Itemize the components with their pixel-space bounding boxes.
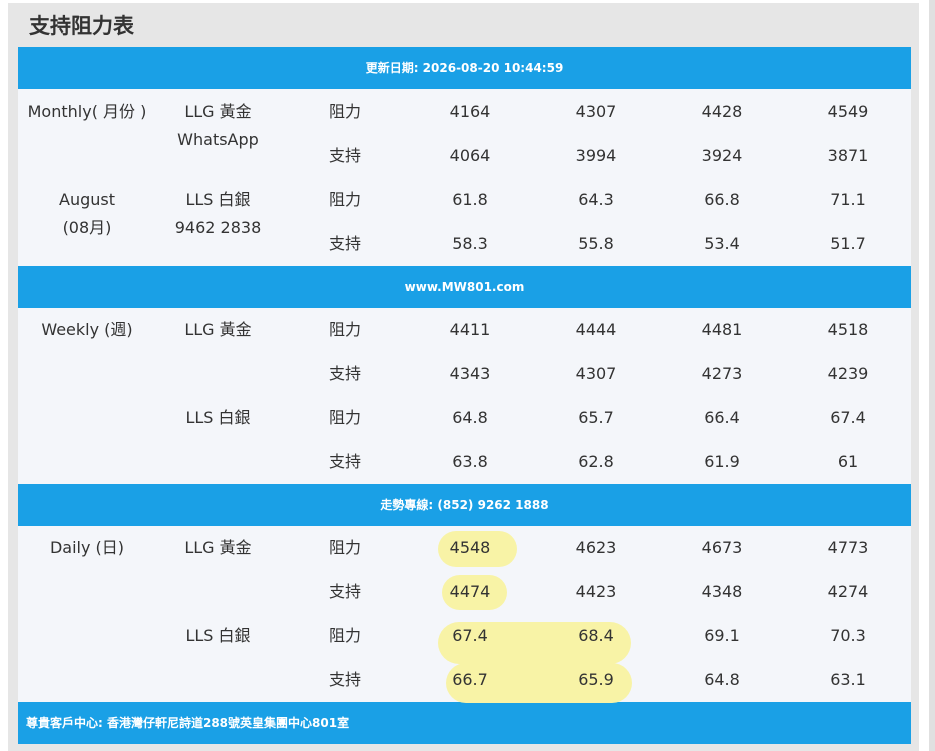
value-cell: 4773: [827, 538, 869, 557]
whatsapp-number[interactable]: 9462 2838: [156, 217, 280, 239]
value-cell: 4343: [449, 364, 491, 383]
value-cell: 4273: [701, 364, 743, 383]
value-cell: 63.1: [830, 670, 866, 689]
value-cell-highlighted: 66.7: [452, 670, 488, 689]
row-label-support: 支持: [328, 234, 361, 253]
month-label: August: [59, 190, 115, 209]
row-label-resistance: 阻力: [328, 626, 361, 645]
value-cell: 4444: [575, 320, 617, 339]
value-cell: 3994: [575, 146, 617, 165]
support-resistance-table: 更新日期: 2026-08-20 10:44:59 www.MW801.com …: [18, 47, 911, 744]
value-cell: 64.3: [578, 190, 614, 209]
row-label-resistance: 阻力: [328, 320, 361, 339]
value-cell: 69.1: [704, 626, 740, 645]
value-cell: 61.9: [704, 452, 740, 471]
value-cell: 53.4: [704, 234, 740, 253]
value-cell: 70.3: [830, 626, 866, 645]
value-cell-highlighted: 65.9: [578, 670, 614, 689]
value-cell: 4481: [701, 320, 743, 339]
value-cell: 3924: [701, 146, 743, 165]
row-label-resistance: 阻力: [328, 102, 361, 121]
value-cell-highlighted: 67.4: [452, 626, 488, 645]
row-label-support: 支持: [328, 364, 361, 383]
website-banner: www.MW801.com: [18, 266, 911, 308]
row-label-support: 支持: [328, 146, 361, 165]
period-label-monthly: Monthly( 月份 ): [27, 102, 147, 121]
address-banner: 尊貴客戶中心: 香港灣仔軒尼詩道288號英皇集團中心801室: [18, 702, 911, 744]
value-cell: 65.7: [578, 408, 614, 427]
value-cell: 4164: [449, 102, 491, 121]
row-label-support: 支持: [328, 670, 361, 689]
value-cell: 4518: [827, 320, 869, 339]
period-label-weekly: Weekly (週): [41, 320, 133, 339]
value-cell: 4064: [449, 146, 491, 165]
value-cell: 4274: [827, 582, 869, 601]
update-date-banner: 更新日期: 2026-08-20 10:44:59: [18, 47, 911, 89]
value-cell: 4428: [701, 102, 743, 121]
value-cell: 55.8: [578, 234, 614, 253]
value-cell: 4549: [827, 102, 869, 121]
month-label-cn: (08月): [62, 218, 112, 237]
value-cell: 61: [837, 452, 859, 471]
value-cell: 64.8: [704, 670, 740, 689]
value-cell: 4348: [701, 582, 743, 601]
value-cell: 4423: [575, 582, 617, 601]
instrument-gold: LLG 黃金: [184, 102, 252, 121]
instrument-silver: LLS 白銀: [185, 626, 251, 645]
value-cell: 4673: [701, 538, 743, 557]
page-title: 支持阻力表: [29, 14, 134, 38]
value-cell: 3871: [827, 146, 869, 165]
instrument-silver: LLS 白銀: [185, 190, 251, 209]
value-cell: 4307: [575, 364, 617, 383]
value-cell: 66.4: [704, 408, 740, 427]
instrument-gold: LLG 黃金: [184, 320, 252, 339]
instrument-gold: LLG 黃金: [184, 538, 252, 557]
value-cell-highlighted: 68.4: [578, 626, 614, 645]
hotline-banner: 走勢專線: (852) 9262 1888: [18, 484, 911, 526]
whatsapp-label[interactable]: WhatsApp: [156, 129, 280, 151]
instrument-silver: LLS 白銀: [185, 408, 251, 427]
value-cell-highlighted: 4548: [449, 538, 491, 557]
value-cell: 4623: [575, 538, 617, 557]
row-label-resistance: 阻力: [328, 538, 361, 557]
value-cell: 4411: [449, 320, 491, 339]
row-label-support: 支持: [328, 452, 361, 471]
value-cell: 4239: [827, 364, 869, 383]
row-label-resistance: 阻力: [328, 190, 361, 209]
value-cell: 67.4: [830, 408, 866, 427]
period-label-daily: Daily (日): [49, 538, 125, 557]
scrollbar-track[interactable]: [929, 0, 935, 751]
row-label-support: 支持: [328, 582, 361, 601]
value-cell: 58.3: [452, 234, 488, 253]
value-cell: 63.8: [452, 452, 488, 471]
value-cell: 61.8: [452, 190, 488, 209]
value-cell-highlighted: 4474: [449, 582, 491, 601]
value-cell: 62.8: [578, 452, 614, 471]
value-cell: 71.1: [830, 190, 866, 209]
value-cell: 51.7: [830, 234, 866, 253]
value-cell: 4307: [575, 102, 617, 121]
value-cell: 64.8: [452, 408, 488, 427]
value-cell: 66.8: [704, 190, 740, 209]
row-label-resistance: 阻力: [328, 408, 361, 427]
